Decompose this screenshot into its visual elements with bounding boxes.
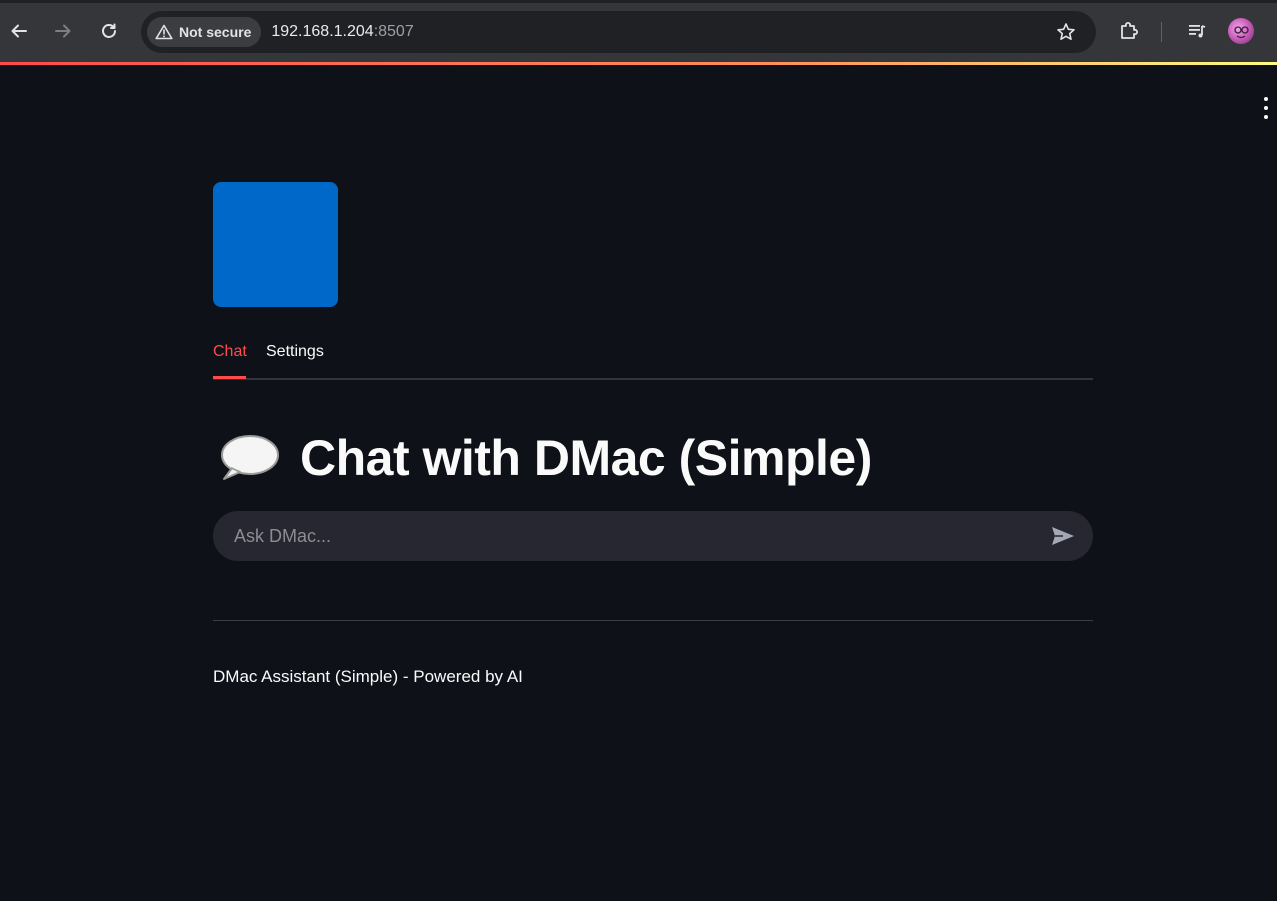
- menu-dot: [1264, 97, 1268, 101]
- url-port: :8507: [373, 23, 414, 40]
- tab-settings[interactable]: Settings: [266, 343, 324, 361]
- tab-chat[interactable]: Chat: [213, 343, 247, 361]
- warning-triangle-icon: [155, 24, 173, 40]
- reload-button[interactable]: [94, 16, 124, 46]
- url-text[interactable]: 192.168.1.204:8507: [271, 23, 413, 41]
- browser-toolbar: Not secure 192.168.1.204:8507: [0, 0, 1277, 62]
- chat-input[interactable]: [213, 511, 1043, 561]
- tab-list: Chat Settings: [213, 335, 1093, 380]
- back-arrow-icon: [11, 24, 27, 38]
- reload-icon: [102, 23, 116, 38]
- speech-balloon-icon: [221, 435, 279, 480]
- app-logo: [213, 182, 338, 307]
- media-control-button[interactable]: [1182, 16, 1212, 46]
- back-button[interactable]: [4, 16, 34, 46]
- active-tab-indicator: [213, 376, 246, 379]
- url-host: 192.168.1.204: [271, 23, 374, 40]
- avatar-face-icon: [1234, 26, 1249, 39]
- page-title-text: Chat with DMac (Simple): [300, 430, 872, 486]
- security-label: Not secure: [179, 24, 252, 40]
- forward-arrow-icon: [55, 24, 71, 38]
- menu-dot: [1264, 115, 1268, 119]
- security-chip[interactable]: Not secure: [147, 17, 262, 47]
- page-title: Chat with DMac (Simple): [218, 423, 872, 493]
- tab-strip-edge: [0, 0, 1277, 3]
- bookmark-button[interactable]: [1054, 20, 1078, 44]
- toolbar-separator: [1161, 22, 1162, 42]
- send-icon: [1052, 527, 1074, 545]
- main-menu-button[interactable]: [1261, 97, 1271, 119]
- footer-text: DMac Assistant (Simple) - Powered by AI: [213, 667, 523, 686]
- media-queue-icon: [1189, 25, 1206, 38]
- star-icon: [1057, 23, 1075, 40]
- streamlit-app: Chat Settings Chat with DMac (Simple) DM…: [0, 65, 1277, 901]
- extensions-button[interactable]: [1114, 16, 1144, 46]
- profile-avatar[interactable]: [1228, 18, 1254, 44]
- chat-input-container: [213, 511, 1093, 561]
- forward-button[interactable]: [48, 16, 78, 46]
- address-bar[interactable]: Not secure 192.168.1.204:8507: [141, 11, 1096, 53]
- menu-dot: [1264, 106, 1268, 110]
- send-button[interactable]: [1043, 516, 1083, 556]
- puzzle-icon: [1121, 22, 1138, 39]
- horizontal-divider: [213, 620, 1093, 621]
